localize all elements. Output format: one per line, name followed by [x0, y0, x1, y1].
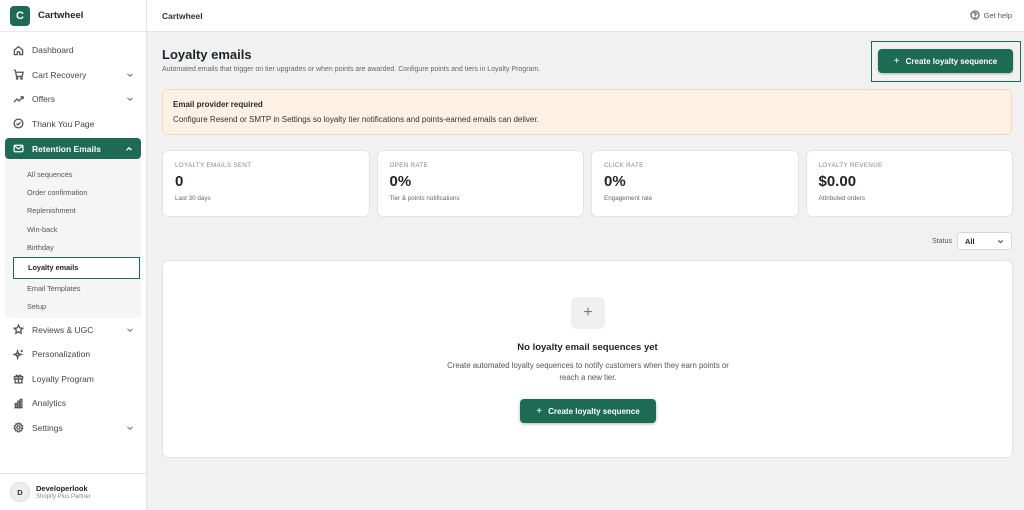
profile-subtitle: Shopify Plus Partner — [36, 494, 91, 500]
sub-item-email-templates[interactable]: Email Templates — [5, 279, 141, 297]
sidebar-item-label: Offers — [32, 94, 55, 105]
stat-value: 0 — [175, 173, 184, 190]
sub-item-setup[interactable]: Setup — [5, 297, 141, 315]
sidebar-item-reviews-ugc[interactable]: Reviews & UGC — [0, 318, 146, 343]
sidebar-item-retention-emails[interactable]: Retention Emails — [5, 138, 141, 159]
banner-title: Email provider required — [173, 100, 263, 109]
sidebar-item-dashboard[interactable]: Dashboard — [0, 38, 146, 63]
create-button-highlight: + Create loyalty sequence — [871, 41, 1021, 82]
brand-logo: C — [10, 5, 30, 26]
sub-item-loyalty-emails[interactable]: Loyalty emails — [13, 256, 140, 279]
sidebar-item-thank-you-page[interactable]: Thank You Page — [0, 112, 146, 137]
stat-card-click-rate: CLICK RATE 0% Engagement rate — [591, 150, 799, 217]
sidebar: C Cartwheel Dashboard Cart Recovery Offe… — [0, 0, 147, 510]
stats-row: LOYALTY EMAILS SENT 0 Last 30 days OPEN … — [162, 150, 1013, 217]
empty-state-title: No loyalty email sequences yet — [517, 342, 658, 353]
sidebar-item-cart-recovery[interactable]: Cart Recovery — [0, 63, 146, 88]
page-subtitle: Automated emails that trigger on tier up… — [162, 66, 541, 73]
plus-icon: + — [536, 405, 543, 417]
stat-subtitle: Attributed orders — [818, 195, 866, 202]
sidebar-item-label: Thank You Page — [32, 118, 95, 129]
sidebar-item-label: Reviews & UGC — [32, 324, 94, 335]
empty-state-description: Create automated loyalty sequences to no… — [447, 361, 729, 382]
cart-icon — [12, 69, 24, 81]
sidebar-item-offers[interactable]: Offers — [0, 87, 146, 112]
home-icon — [12, 44, 24, 56]
sidebar-item-analytics[interactable]: Analytics — [0, 391, 146, 416]
sidebar-item-settings[interactable]: Settings — [0, 416, 146, 441]
top-bar: Cartwheel Get help — [147, 0, 1024, 32]
stat-value: 0% — [389, 173, 412, 190]
topbar-title: Cartwheel — [162, 10, 203, 21]
stat-label: LOYALTY REVENUE — [818, 162, 883, 169]
stat-subtitle: Last 30 days — [175, 195, 211, 202]
sparkle-icon — [12, 348, 24, 360]
empty-state-card: + No loyalty email sequences yet Create … — [162, 260, 1013, 458]
stat-label: OPEN RATE — [389, 162, 429, 169]
bar-chart-icon — [12, 397, 24, 409]
sub-item-birthday[interactable]: Birthday — [5, 239, 141, 257]
star-icon — [12, 324, 24, 336]
stat-card-emails-sent: LOYALTY EMAILS SENT 0 Last 30 days — [162, 150, 370, 217]
stat-value: 0% — [604, 173, 626, 190]
sidebar-item-label: Settings — [32, 422, 63, 433]
get-help-link[interactable]: Get help — [969, 10, 1012, 20]
empty-plus-icon: + — [571, 297, 605, 329]
status-select[interactable]: All — [957, 232, 1012, 250]
sidebar-item-personalization[interactable]: Personalization — [0, 342, 146, 367]
help-circle-icon — [969, 10, 980, 20]
user-profile[interactable]: D Developerlook Shopify Plus Partner — [0, 473, 147, 510]
sidebar-item-label: Personalization — [32, 349, 91, 360]
chevron-down-icon — [126, 95, 134, 103]
get-help-label: Get help — [983, 10, 1012, 20]
sub-item-replenishment[interactable]: Replenishment — [5, 202, 141, 220]
retention-emails-group: Retention Emails All sequences Order con… — [5, 138, 141, 318]
stat-card-open-rate: OPEN RATE 0% Tier & points notifications — [376, 150, 584, 217]
check-circle-icon — [12, 118, 24, 130]
plus-icon: + — [893, 55, 900, 67]
status-label: Status — [932, 237, 952, 245]
sidebar-item-loyalty-program[interactable]: Loyalty Program — [0, 367, 146, 392]
profile-name: Developerlook — [36, 484, 88, 493]
chevron-up-icon — [125, 145, 133, 155]
brand[interactable]: C Cartwheel — [0, 0, 146, 32]
empty-create-loyalty-sequence-button[interactable]: + Create loyalty sequence — [520, 399, 656, 423]
stat-label: CLICK RATE — [604, 162, 644, 169]
sub-item-win-back[interactable]: Win-back — [5, 220, 141, 238]
status-select-value: All — [965, 236, 975, 246]
page-title: Loyalty emails — [162, 47, 252, 62]
avatar: D — [10, 482, 30, 502]
retention-sub-items: All sequences Order confirmation Repleni… — [5, 159, 141, 316]
sidebar-nav: Dashboard Cart Recovery Offers Thank You… — [0, 32, 146, 440]
stat-subtitle: Tier & points notifications — [389, 195, 460, 202]
email-provider-banner: Email provider required Configure Resend… — [162, 89, 1012, 135]
mail-icon — [12, 143, 24, 155]
sub-item-all-sequences[interactable]: All sequences — [5, 165, 141, 183]
stat-card-loyalty-revenue: LOYALTY REVENUE $0.00 Attributed orders — [805, 150, 1013, 217]
gear-icon — [12, 422, 24, 434]
trend-icon — [12, 93, 24, 105]
chevron-down-icon — [126, 71, 134, 79]
gift-icon — [12, 373, 24, 385]
sidebar-item-label: Loyalty Program — [32, 373, 94, 384]
chevron-down-icon — [126, 326, 134, 334]
empty-button-label: Create loyalty sequence — [548, 406, 640, 416]
sidebar-item-label: Analytics — [32, 398, 67, 409]
chevron-down-icon — [997, 238, 1004, 247]
create-loyalty-sequence-button[interactable]: + Create loyalty sequence — [878, 49, 1013, 73]
chevron-down-icon — [126, 424, 134, 432]
sidebar-item-label: Dashboard — [32, 45, 74, 56]
sub-item-order-confirmation[interactable]: Order confirmation — [5, 183, 141, 201]
stat-subtitle: Engagement rate — [604, 195, 653, 202]
sidebar-item-label: Cart Recovery — [32, 69, 87, 80]
create-button-label: Create loyalty sequence — [905, 56, 998, 66]
sidebar-item-label: Retention Emails — [32, 143, 101, 154]
stat-label: LOYALTY EMAILS SENT — [175, 162, 252, 169]
stat-value: $0.00 — [818, 173, 857, 190]
brand-name: Cartwheel — [38, 10, 84, 21]
profile-text: Developerlook Shopify Plus Partner — [36, 484, 91, 500]
status-filter: Status All — [932, 232, 1012, 250]
banner-body: Configure Resend or SMTP in Settings so … — [173, 115, 539, 124]
